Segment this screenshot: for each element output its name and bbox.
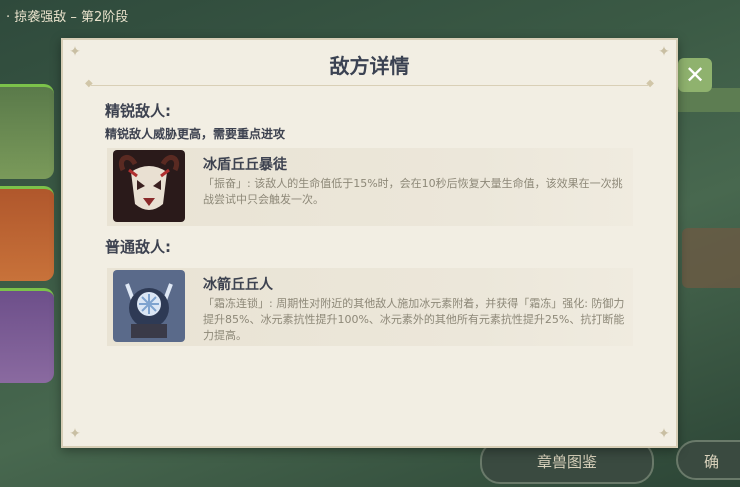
normal-enemy-card[interactable]: 冰箭丘丘人 「霜冻连锁」: 周期性对附近的其他敌人施加冰元素附着，并获得「霜冻」… [107,268,633,346]
breadcrumb: · 掠袭强敌 – 第2阶段 [6,10,129,25]
enemy-card-left-2 [0,186,54,281]
normal-enemy-description: 「霜冻连锁」: 周期性对附近的其他敌人施加冰元素附着，并获得「霜冻」强化: 防御… [203,297,625,342]
elite-enemy-name: 冰盾丘丘暴徒 [203,157,287,173]
enemy-details-dialog: ✦ ✦ ✦ ✦ 敌方详情 精锐敌人: 精锐敌人威胁更高，需要重点进攻 冰盾丘丘暴… [61,38,678,448]
normal-heading: 普通敌人: [105,238,171,256]
enemy-card-left-3 [0,288,54,383]
right-panel [682,228,740,288]
corner-ornament-icon: ✦ [658,426,670,442]
elite-heading: 精锐敌人: [105,102,171,120]
dialog-title: 敌方详情 [329,54,410,78]
title-divider [85,78,654,89]
normal-enemy-name: 冰箭丘丘人 [203,277,273,293]
cryo-hilichurl-portrait-icon [113,270,185,342]
confirm-button[interactable]: 确 [676,440,740,480]
elite-description: 精锐敌人威胁更高，需要重点进攻 [105,127,286,141]
elite-enemy-description: 「振奋」: 该敌人的生命值低于15%时，会在10秒后恢复大量生命值，该效果在一次… [203,177,623,206]
elite-enemy-card[interactable]: 冰盾丘丘暴徒 「振奋」: 该敌人的生命值低于15%时，会在10秒后恢复大量生命值… [107,148,633,226]
enemy-card-left-1 [0,84,54,179]
corner-ornament-icon: ✦ [69,426,81,442]
close-icon[interactable]: ✕ [678,58,712,92]
hilichurl-mask-portrait-icon [113,150,185,222]
